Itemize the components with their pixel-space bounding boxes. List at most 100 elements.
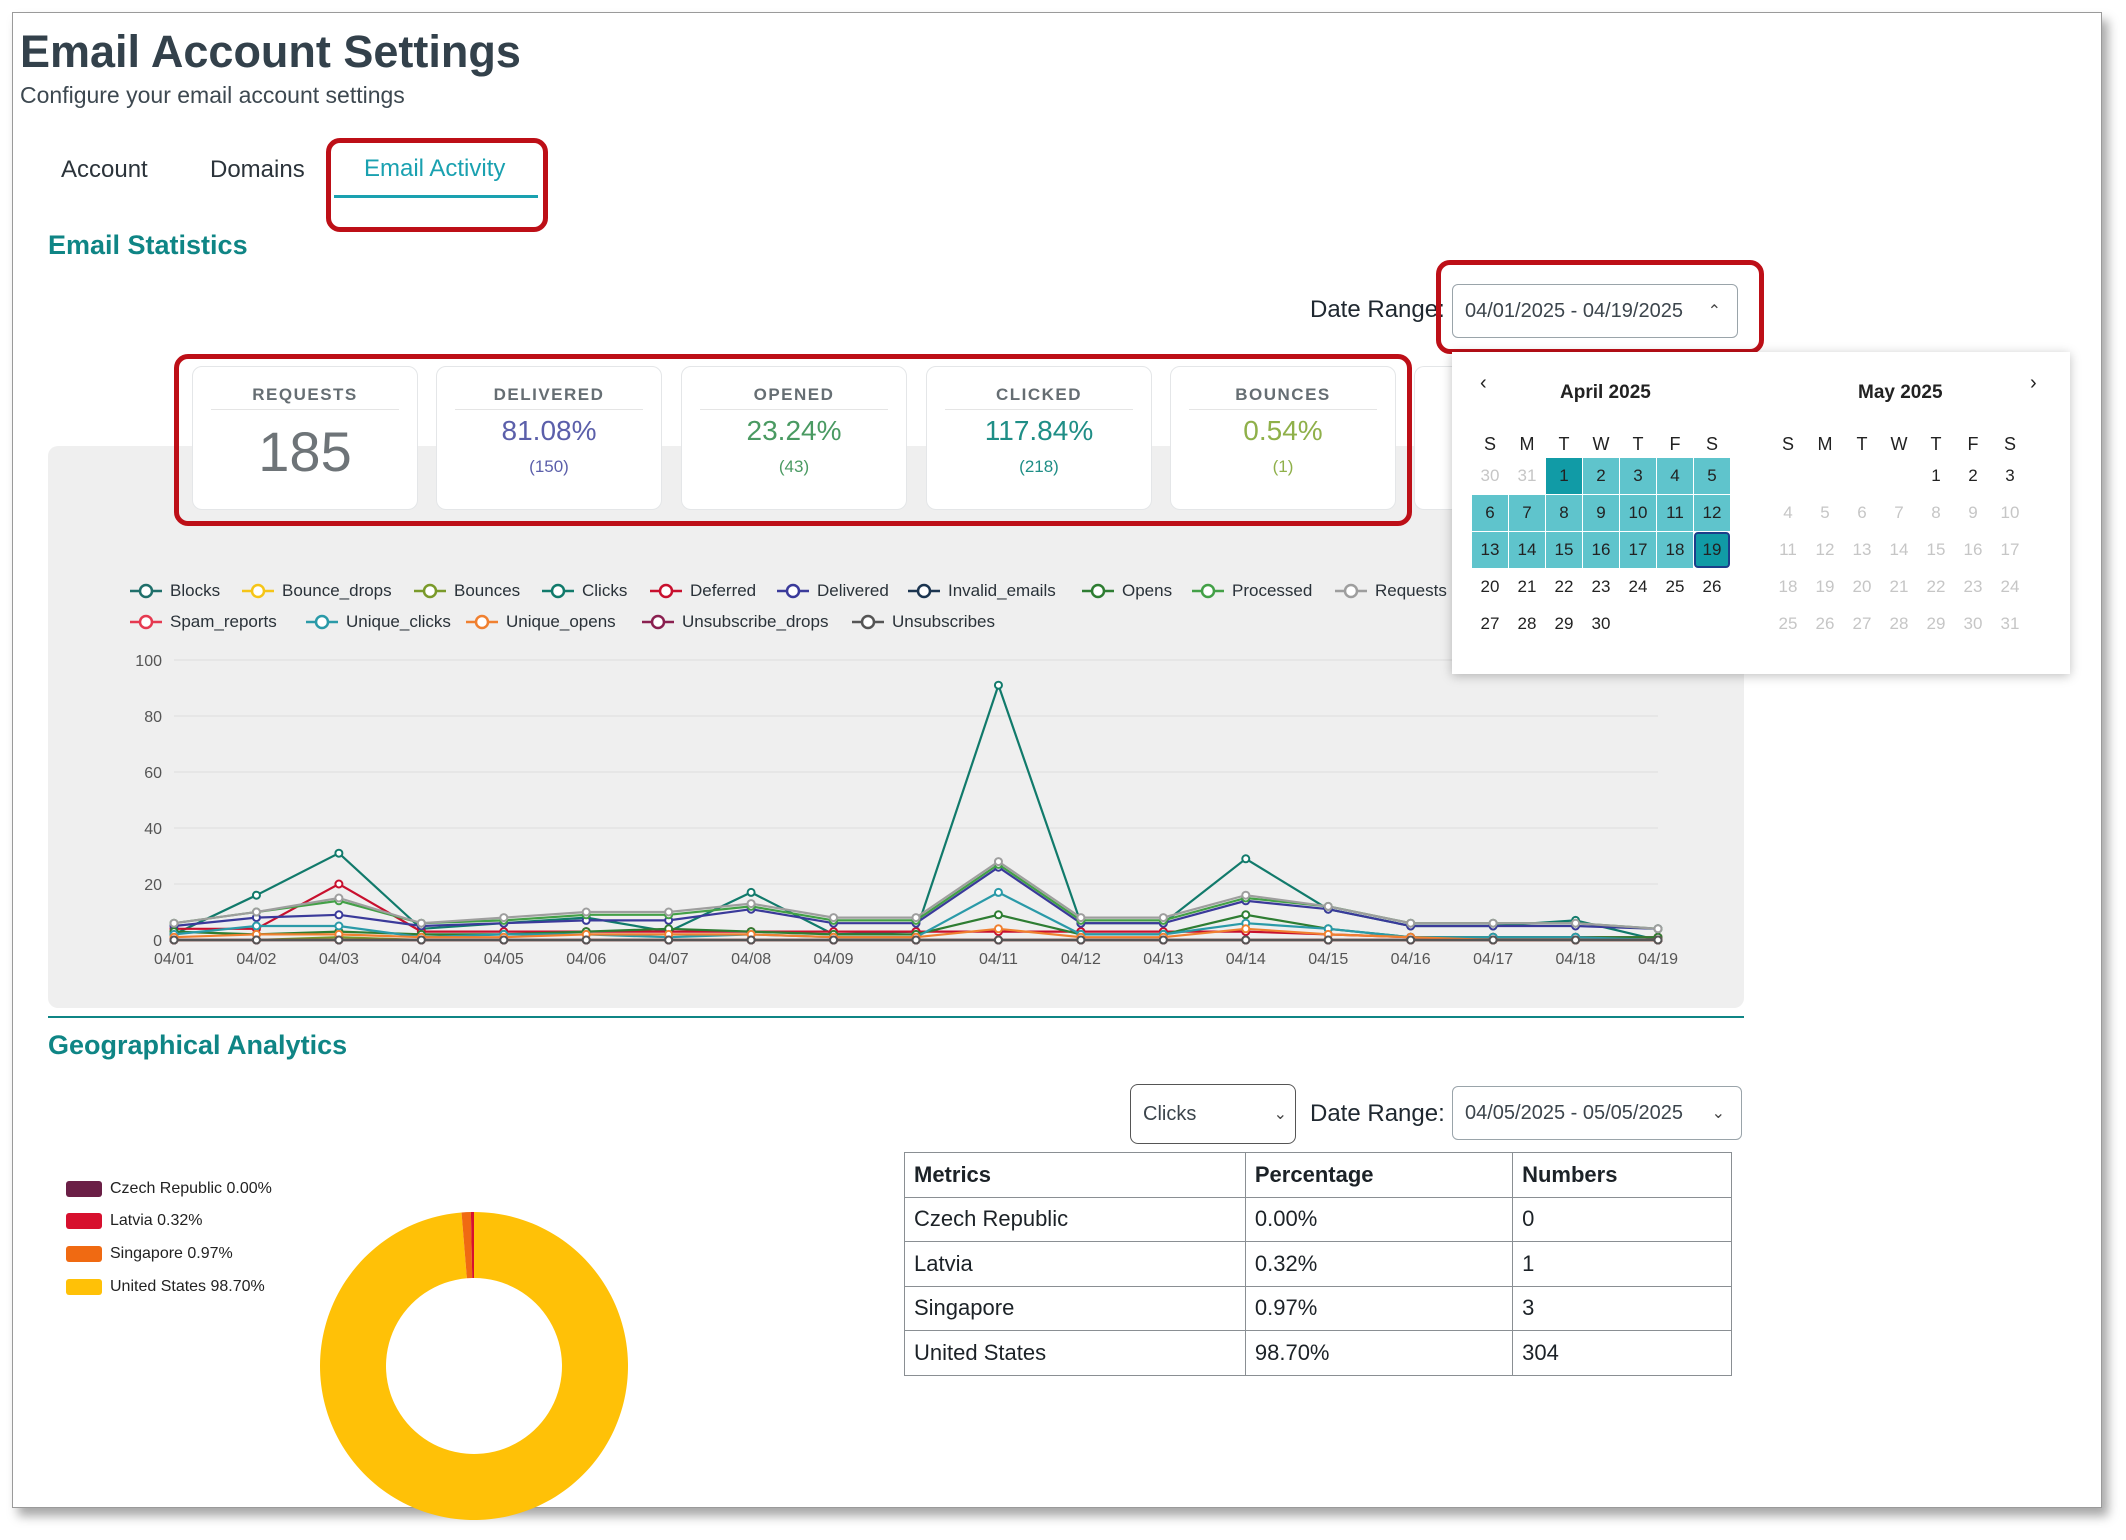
geo-date-range-select[interactable]: 04/05/2025 - 05/05/2025 ⌄ <box>1452 1086 1742 1140</box>
calendar-day[interactable]: 4 <box>1770 495 1806 531</box>
calendar-day[interactable]: 30 <box>1955 606 1991 642</box>
chevron-left-icon[interactable]: ‹ <box>1480 372 1487 395</box>
calendar-day[interactable]: 19 <box>1694 532 1730 568</box>
data-point <box>1323 901 1333 911</box>
calendar-day[interactable]: 20 <box>1472 569 1508 605</box>
tab-account[interactable]: Account <box>61 156 148 184</box>
legend-swatch <box>66 1213 102 1229</box>
calendar-day[interactable]: 8 <box>1546 495 1582 531</box>
calendar-day[interactable]: 28 <box>1881 606 1917 642</box>
calendar-day[interactable]: 15 <box>1918 532 1954 568</box>
calendar-day[interactable]: 5 <box>1807 495 1843 531</box>
metric-select[interactable]: Clicks ⌄ <box>1130 1084 1296 1144</box>
chart-legend-item[interactable]: Blocks <box>128 581 220 601</box>
calendar-day[interactable]: 29 <box>1918 606 1954 642</box>
calendar-day[interactable]: 9 <box>1955 495 1991 531</box>
chart-legend-item[interactable]: Delivered <box>775 581 889 601</box>
calendar-day[interactable]: 27 <box>1844 606 1880 642</box>
chart-legend-item[interactable]: Opens <box>1080 581 1172 601</box>
calendar-day[interactable]: 8 <box>1918 495 1954 531</box>
chart-legend-item[interactable]: Bounces <box>412 581 520 601</box>
calendar-day[interactable]: 9 <box>1583 495 1619 531</box>
calendar-day[interactable]: 17 <box>1992 532 2028 568</box>
data-point <box>334 879 344 889</box>
x-tick-label: 04/09 <box>814 951 854 968</box>
calendar-day[interactable]: 23 <box>1583 569 1619 605</box>
calendar-day[interactable]: 6 <box>1844 495 1880 531</box>
chart-legend-item[interactable]: Spam_reports <box>128 612 277 632</box>
chevron-right-icon[interactable]: › <box>2030 372 2037 395</box>
calendar-day[interactable]: 1 <box>1546 458 1582 494</box>
calendar-day[interactable]: 16 <box>1583 532 1619 568</box>
calendar-day[interactable]: 22 <box>1918 569 1954 605</box>
calendar-day[interactable]: 3 <box>1620 458 1656 494</box>
calendar-day[interactable]: 15 <box>1546 532 1582 568</box>
data-point <box>1571 918 1581 928</box>
chart-legend-item[interactable]: Unsubscribe_drops <box>640 612 828 632</box>
chart-legend-item[interactable]: Unique_clicks <box>304 612 451 632</box>
calendar-day[interactable]: 12 <box>1807 532 1843 568</box>
chart-legend-item[interactable]: Requests <box>1333 581 1447 601</box>
calendar-day[interactable]: 13 <box>1472 532 1508 568</box>
x-tick-label: 04/19 <box>1638 951 1678 968</box>
calendar-day[interactable]: 21 <box>1881 569 1917 605</box>
calendar-day[interactable]: 5 <box>1694 458 1730 494</box>
tab-domains[interactable]: Domains <box>210 156 305 184</box>
calendar-day[interactable]: 24 <box>1620 569 1656 605</box>
calendar-day[interactable]: 23 <box>1955 569 1991 605</box>
calendar-day[interactable]: 4 <box>1657 458 1693 494</box>
calendar-day[interactable]: 28 <box>1509 606 1545 642</box>
calendar-day[interactable]: 31 <box>1992 606 2028 642</box>
calendar-day[interactable]: 25 <box>1657 569 1693 605</box>
data-point <box>993 935 1003 945</box>
calendar-day[interactable]: 7 <box>1509 495 1545 531</box>
calendar-day[interactable]: 10 <box>1992 495 2028 531</box>
calendar-day[interactable]: 6 <box>1472 495 1508 531</box>
chart-legend-item[interactable]: Processed <box>1190 581 1312 601</box>
x-tick-label: 04/11 <box>979 951 1018 968</box>
chart-legend-item[interactable]: Clicks <box>540 581 627 601</box>
calendar-day[interactable]: 3 <box>1992 458 2028 494</box>
calendar-day[interactable]: 2 <box>1583 458 1619 494</box>
data-point <box>993 680 1003 690</box>
calendar-day[interactable]: 11 <box>1770 532 1806 568</box>
legend-label: Latvia 0.32% <box>110 1212 203 1229</box>
calendar-day[interactable]: 22 <box>1546 569 1582 605</box>
calendar-day[interactable]: 2 <box>1955 458 1991 494</box>
chart-legend-item[interactable]: Bounce_drops <box>240 581 392 601</box>
calendar-day[interactable]: 20 <box>1844 569 1880 605</box>
calendar-day[interactable]: 24 <box>1992 569 2028 605</box>
calendar-day[interactable]: 30 <box>1583 606 1619 642</box>
calendar-day[interactable]: 25 <box>1770 606 1806 642</box>
x-tick-label: 04/15 <box>1308 951 1348 968</box>
calendar-day[interactable]: 16 <box>1955 532 1991 568</box>
calendar-day[interactable]: 30 <box>1472 458 1508 494</box>
calendar-day[interactable]: 31 <box>1509 458 1545 494</box>
calendar-day[interactable]: 26 <box>1807 606 1843 642</box>
calendar-day[interactable]: 14 <box>1509 532 1545 568</box>
calendar-day[interactable]: 27 <box>1472 606 1508 642</box>
calendar-day[interactable]: 17 <box>1620 532 1656 568</box>
geo-legend-item: Singapore 0.97% <box>66 1245 233 1263</box>
calendar-day[interactable]: 10 <box>1620 495 1656 531</box>
calendar-day[interactable]: 21 <box>1509 569 1545 605</box>
calendar-day[interactable]: 29 <box>1546 606 1582 642</box>
calendar-day[interactable]: 7 <box>1881 495 1917 531</box>
data-point <box>416 935 426 945</box>
calendar-day[interactable]: 11 <box>1657 495 1693 531</box>
calendar-day[interactable]: 18 <box>1657 532 1693 568</box>
calendar-month-may: May 2025 <box>1858 382 1943 403</box>
calendar-day[interactable]: 19 <box>1807 569 1843 605</box>
chart-legend-item[interactable]: Unsubscribes <box>850 612 995 632</box>
calendar-day[interactable]: 26 <box>1694 569 1730 605</box>
calendar-day[interactable]: 13 <box>1844 532 1880 568</box>
calendar-day[interactable]: 1 <box>1918 458 1954 494</box>
legend-marker-icon <box>1335 583 1367 599</box>
chart-legend-item[interactable]: Invalid_emails <box>906 581 1056 601</box>
calendar-day[interactable]: 14 <box>1881 532 1917 568</box>
chart-legend-item[interactable]: Unique_opens <box>464 612 616 632</box>
chart-legend-item[interactable]: Deferred <box>648 581 756 601</box>
calendar-day[interactable]: 12 <box>1694 495 1730 531</box>
x-tick-label: 04/16 <box>1391 951 1431 968</box>
calendar-day[interactable]: 18 <box>1770 569 1806 605</box>
